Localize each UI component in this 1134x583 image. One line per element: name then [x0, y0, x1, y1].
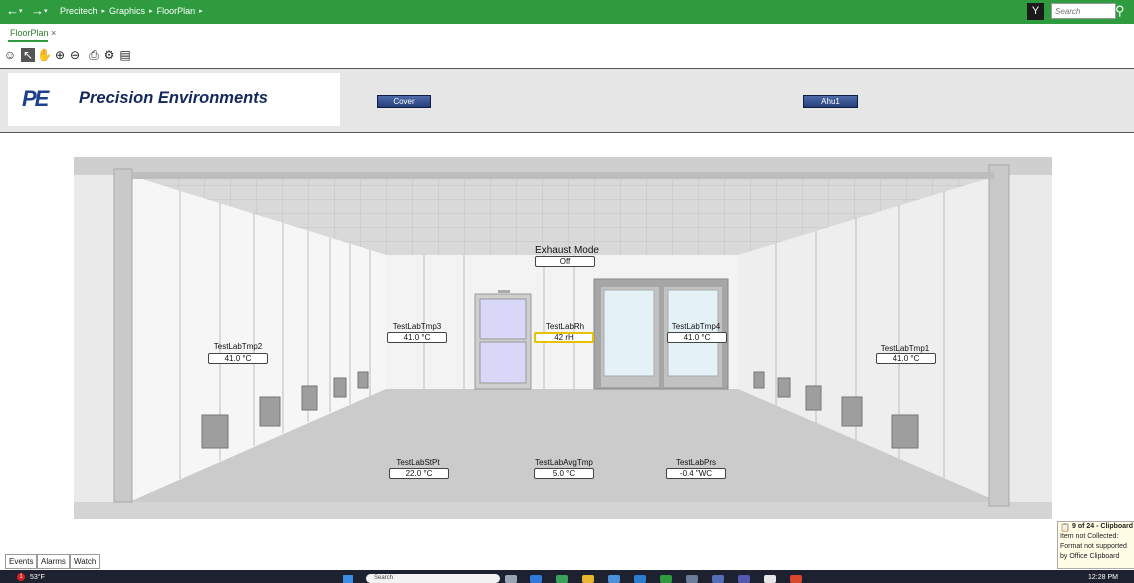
point-label: TestLabTmp4 — [671, 322, 721, 331]
tab-alarms[interactable]: Alarms — [37, 554, 70, 569]
file-explorer-icon[interactable] — [582, 575, 594, 583]
tab-strip — [0, 24, 1134, 44]
exhaust-mode-label: Exhaust Mode — [535, 245, 599, 256]
cover-button[interactable]: Cover — [377, 95, 431, 108]
clipboard-notification[interactable]: 📋 9 of 24 - Clipboard Item not Collected… — [1057, 521, 1134, 569]
point-label: TestLabRh — [545, 322, 585, 331]
app-icon[interactable] — [790, 575, 802, 583]
active-tab-indicator — [8, 40, 48, 42]
breadcrumb-item-graphics[interactable]: Graphics — [109, 6, 145, 16]
point-label: TestLabTmp1 — [880, 344, 930, 353]
clock[interactable]: 12:28 PM — [1088, 574, 1118, 581]
filter-icon[interactable]: Y — [1027, 3, 1044, 20]
logo-text: Precision Environments — [79, 89, 268, 107]
point-value[interactable]: -0.4 "WC — [666, 468, 726, 479]
print-icon[interactable]: ⎙ — [87, 48, 101, 62]
tab-events[interactable]: Events — [5, 554, 38, 569]
point-label: TestLabStPt — [396, 458, 440, 467]
breadcrumb-separator: ▸ — [101, 8, 106, 15]
breadcrumb-item-floorplan[interactable]: FloorPlan — [157, 6, 196, 16]
forward-arrow-icon[interactable]: → — [31, 3, 44, 18]
store-icon[interactable] — [608, 575, 620, 583]
point-label: TestLabPrs — [675, 458, 717, 467]
exhaust-mode-value[interactable]: Off — [535, 256, 595, 267]
forward-dropdown-icon[interactable]: ▾ — [44, 7, 48, 15]
zoom-out-icon[interactable]: ⊖ — [68, 48, 82, 62]
back-dropdown-icon[interactable]: ▾ — [19, 7, 23, 15]
mail-icon[interactable] — [634, 575, 646, 583]
select-pointer-icon[interactable]: ↖ — [21, 48, 35, 62]
app-icon[interactable] — [660, 575, 672, 583]
start-icon[interactable] — [343, 575, 353, 583]
point-value[interactable]: 41.0 °C — [387, 332, 447, 343]
app-icon[interactable] — [712, 575, 724, 583]
point-value[interactable]: 41.0 °C — [876, 353, 936, 364]
weather-widget[interactable]: 53°F — [30, 574, 45, 581]
point-label: TestLabTmp3 — [392, 322, 442, 331]
taskview-icon[interactable] — [505, 575, 517, 583]
back-arrow-icon[interactable]: ← — [6, 3, 19, 18]
logo-mark: PE — [22, 86, 49, 111]
point-value[interactable]: 41.0 °C — [208, 353, 268, 364]
breadcrumb-separator: ▸ — [199, 8, 203, 15]
point-value[interactable]: 22.0 °C — [389, 468, 449, 479]
hand-pan-icon[interactable]: ✋ — [37, 48, 52, 62]
point-label: TestLabTmp2 — [213, 342, 263, 351]
pan-user-icon[interactable]: ☺ — [3, 48, 17, 62]
taskbar-search[interactable]: Search — [366, 574, 500, 583]
breadcrumb-item-precitech[interactable]: Precitech — [60, 6, 98, 16]
point-value[interactable]: 41.0 °C — [667, 332, 727, 343]
tab-floorplan[interactable]: FloorPlan — [10, 28, 49, 38]
app-icon[interactable] — [764, 575, 776, 583]
app-icon[interactable] — [686, 575, 698, 583]
tab-close-icon[interactable]: × — [51, 28, 56, 38]
ahu1-button[interactable]: Ahu1 — [803, 95, 858, 108]
breadcrumb: Precitech ▸ Graphics ▸ FloorPlan ▸ — [60, 6, 203, 16]
cleanroom-graphic: Exhaust Mode Off TestLabTmp2 41.0 °C Tes… — [74, 157, 1052, 519]
search-input[interactable] — [1051, 3, 1116, 19]
zoom-in-icon[interactable]: ⊕ — [53, 48, 67, 62]
clipboard-message: Item not Collected: Format not supported… — [1060, 533, 1127, 560]
chrome-icon[interactable] — [556, 575, 568, 583]
print-setup-icon[interactable]: ⚙ — [102, 48, 116, 62]
print-preview-icon[interactable]: ▤ — [118, 48, 132, 62]
breadcrumb-separator: ▸ — [149, 8, 153, 15]
point-value-selected[interactable]: 42 rH — [534, 332, 594, 343]
notification-badge: 1 — [17, 573, 25, 581]
edge-icon[interactable] — [530, 575, 542, 583]
point-label: TestLabAvgTmp — [535, 458, 593, 467]
search-icon[interactable]: ⚲ — [1115, 3, 1125, 19]
point-value[interactable]: 5.0 °C — [534, 468, 594, 479]
clipboard-icon: 📋 — [1060, 523, 1070, 532]
teams-icon[interactable] — [738, 575, 750, 583]
tab-watch[interactable]: Watch — [70, 554, 101, 569]
